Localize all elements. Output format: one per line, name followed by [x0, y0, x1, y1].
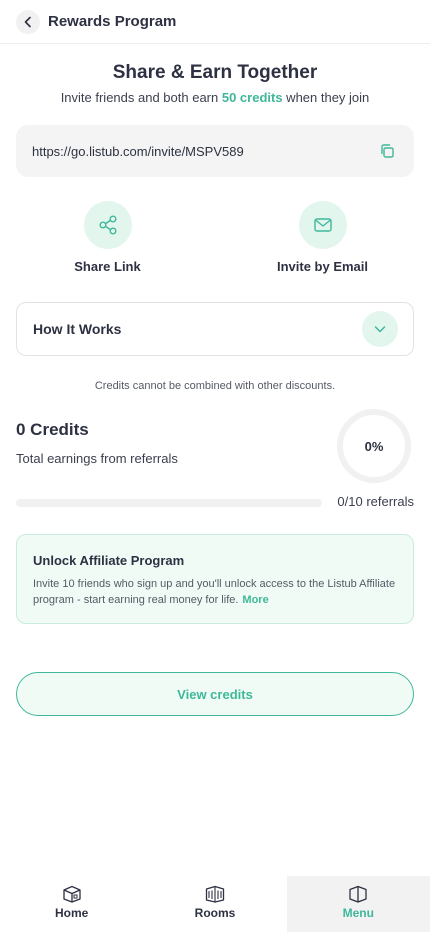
- tab-menu[interactable]: Menu: [286, 876, 430, 932]
- tab-menu-label: Menu: [342, 906, 374, 920]
- hero-title: Share & Earn Together: [112, 62, 318, 83]
- chevron-down-icon[interactable]: [362, 311, 398, 347]
- referral-count: 0/10 referrals: [337, 494, 414, 509]
- hero-subtitle: Invite friends and both earn 50 credits …: [0, 90, 430, 105]
- affiliate-title: Unlock Affiliate Program: [33, 553, 185, 568]
- hero-subtitle-highlight: 50 credits: [221, 90, 283, 105]
- affiliate-body: Invite 10 friends who sign up and you'll…: [33, 576, 397, 608]
- progress-bar: [16, 499, 322, 507]
- menu-box-icon: [347, 884, 369, 904]
- chevron-left-icon: [24, 16, 31, 27]
- credits-label: Total earnings from referrals: [16, 451, 178, 466]
- copy-icon[interactable]: [376, 140, 398, 162]
- tab-rooms[interactable]: Rooms: [143, 876, 286, 932]
- invite-link-text: https://go.listub.com/invite/MSPV589: [32, 143, 244, 159]
- tab-rooms-label: Rooms: [194, 906, 236, 920]
- bottom-tab-bar: Home Rooms Menu: [0, 876, 430, 932]
- tab-home[interactable]: Home: [0, 876, 143, 932]
- progress-percent: 0%: [364, 438, 384, 454]
- top-header: Rewards Program: [0, 0, 430, 44]
- share-link-label: Share Link: [74, 259, 141, 274]
- home-box-icon: [61, 884, 83, 904]
- rooms-icon: [204, 884, 226, 904]
- share-options: Share Link Invite by Email: [0, 201, 430, 277]
- back-button[interactable]: [16, 9, 40, 34]
- credits-note: Credits cannot be combined with other di…: [94, 380, 336, 392]
- affiliate-card: Unlock Affiliate Program Invite 10 frien…: [16, 534, 414, 624]
- affiliate-body-text: Invite 10 friends who sign up and you'll…: [33, 578, 396, 606]
- tab-home-label: Home: [54, 906, 89, 920]
- invite-email-button[interactable]: Invite by Email: [215, 201, 430, 277]
- invite-email-label: Invite by Email: [276, 259, 369, 274]
- how-it-works-title: How It Works: [33, 321, 122, 337]
- invite-link-box[interactable]: https://go.listub.com/invite/MSPV589: [16, 125, 414, 177]
- share-icon: [83, 201, 132, 249]
- mail-icon: [298, 201, 347, 249]
- page-title: Rewards Program: [48, 13, 177, 30]
- credits-amount: 0 Credits: [16, 420, 89, 439]
- hero-subtitle-prefix: Invite friends and both earn: [60, 90, 222, 105]
- affiliate-more-link[interactable]: More: [242, 594, 268, 606]
- how-it-works-accordion[interactable]: How It Works: [16, 302, 414, 356]
- credits-summary: 0 Credits Total earnings from referrals …: [0, 408, 430, 516]
- hero-subtitle-suffix: when they join: [282, 90, 370, 105]
- share-link-button[interactable]: Share Link: [0, 201, 215, 277]
- view-credits-button[interactable]: View credits: [16, 672, 414, 716]
